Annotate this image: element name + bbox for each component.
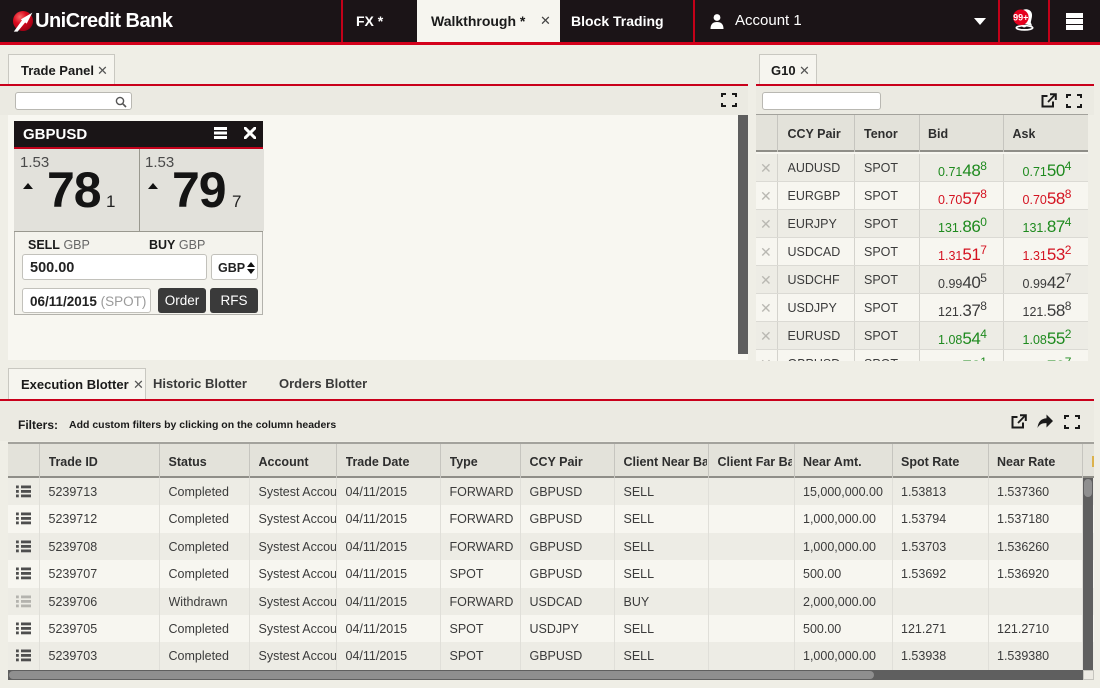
svg-text:99+: 99+ xyxy=(1013,12,1028,22)
